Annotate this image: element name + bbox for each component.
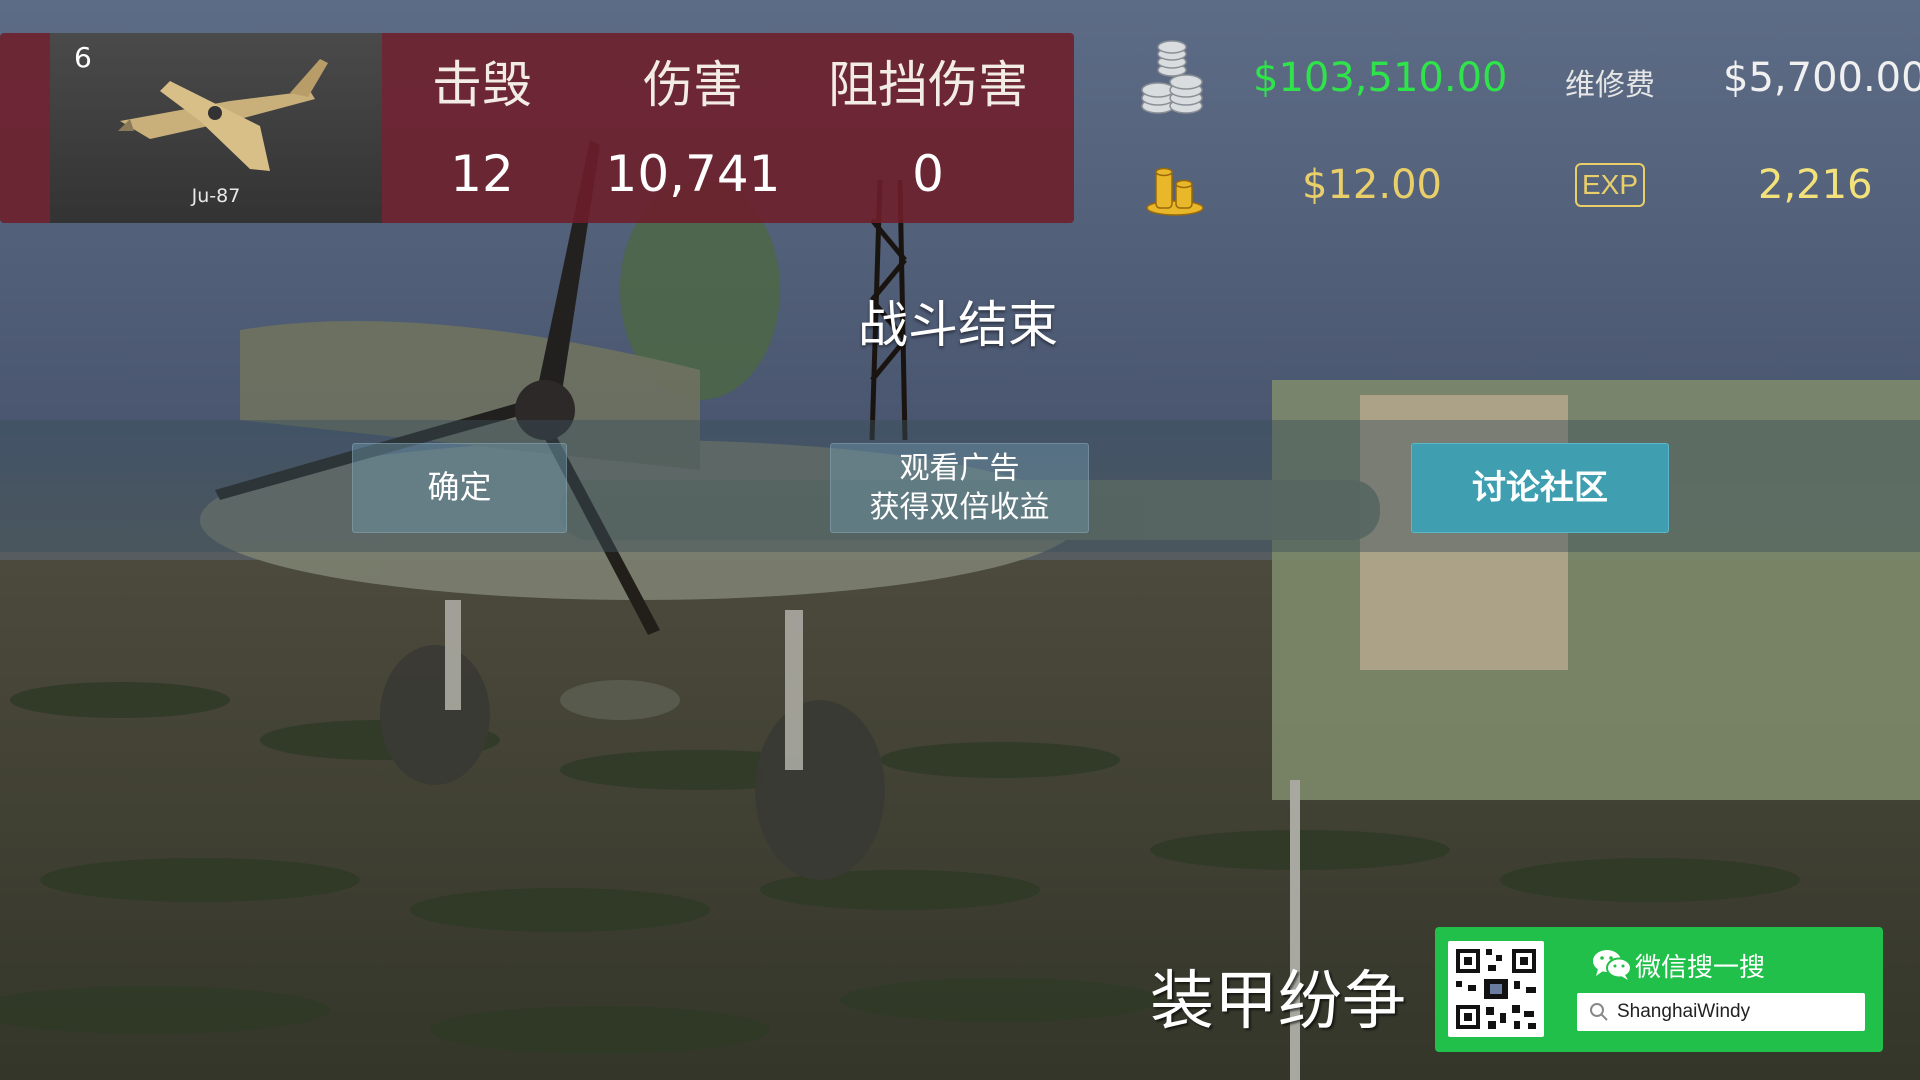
battle-end-title: 战斗结束: [858, 296, 1058, 354]
battle-stats-panel: 6 Ju-87 击毁 12 伤害 10,741 阻挡伤害 0: [0, 33, 1074, 223]
gold-amount: $12.00: [1302, 162, 1442, 208]
kills-header: 击毁: [432, 56, 532, 114]
plane-name: Ju-87: [191, 185, 241, 207]
game-logo: 装甲纷争: [1150, 965, 1406, 1039]
community-button[interactable]: 讨论社区: [1411, 443, 1669, 533]
repair-cost-value: $5,700.00: [1723, 55, 1920, 101]
wechat-search-input[interactable]: ShanghaiWindy: [1577, 993, 1865, 1031]
kills-value: 12: [450, 145, 514, 203]
exp-badge-icon: EXP: [1575, 163, 1645, 207]
search-icon: [1590, 1003, 1608, 1021]
wechat-icon: [1593, 950, 1632, 980]
damage-value: 10,741: [605, 145, 781, 203]
plane-rank: 6: [74, 41, 92, 74]
wechat-search-title: 微信搜一搜: [1635, 953, 1766, 983]
confirm-button[interactable]: 确定: [352, 443, 567, 533]
wechat-search-banner[interactable]: 微信搜一搜 ShanghaiWindy: [1435, 927, 1883, 1052]
watch-ad-double-reward-button[interactable]: 观看广告 获得双倍收益: [830, 443, 1089, 533]
plane-card: 6 Ju-87: [50, 33, 382, 223]
wechat-search-value: ShanghaiWindy: [1617, 1001, 1751, 1022]
exp-value: 2,216: [1758, 162, 1873, 208]
silver-amount: $103,510.00: [1253, 55, 1508, 101]
gold-coins-icon: [1146, 167, 1204, 216]
silver-coins-icon: [1141, 40, 1203, 114]
damage-header: 伤害: [643, 56, 743, 114]
blocked-damage-header: 阻挡伤害: [828, 56, 1028, 114]
repair-cost-label: 维修费: [1565, 68, 1655, 103]
plane-thumbnail-icon: [118, 59, 328, 171]
blocked-damage-value: 0: [912, 145, 944, 203]
qr-code-icon: [1448, 941, 1544, 1037]
